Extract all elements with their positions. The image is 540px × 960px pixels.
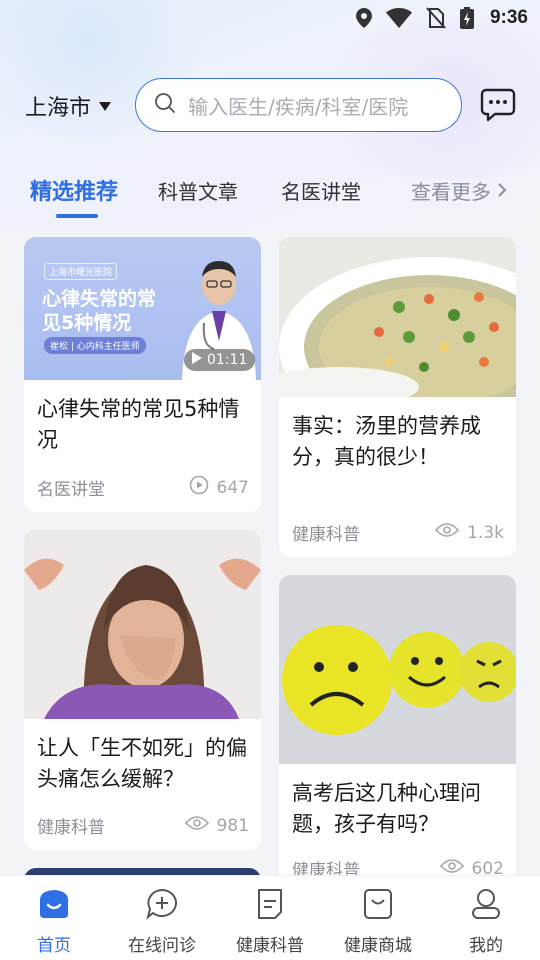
caret-down-icon — [99, 101, 112, 111]
search-icon — [154, 92, 176, 118]
tab-lectures[interactable]: 名医讲堂 — [281, 176, 361, 205]
profile-icon — [469, 888, 503, 925]
video-duration: 01:11 — [184, 349, 256, 371]
battery-charging-icon — [459, 7, 474, 29]
view-count-value: 647 — [216, 477, 249, 498]
city-selector[interactable]: 上海市 — [25, 90, 112, 122]
nav-profile[interactable]: 我的 — [432, 888, 540, 956]
see-more-link[interactable]: 查看更多 — [411, 176, 507, 205]
shopping-bag-icon — [361, 888, 395, 925]
card-category: 名医讲堂 — [37, 480, 105, 500]
active-tab-indicator — [56, 214, 98, 218]
no-sim-icon — [426, 7, 446, 29]
card-meta: 健康科普 1.3k — [292, 520, 504, 546]
bottom-nav: 首页 在线问诊 健康科普 健康商城 我的 — [0, 875, 540, 960]
category-tabs: 精选推荐 科普文章 名医讲堂 查看更多 — [0, 170, 540, 226]
thumbnail-hospital: 上海市曙光医院 — [44, 263, 118, 280]
view-count: 647 — [189, 475, 249, 500]
article-card[interactable]: 事实：汤里的营养成分，真的很少！ 健康科普 1.3k — [279, 237, 516, 557]
duration-label: 01:11 — [207, 352, 248, 368]
nav-health-mall[interactable]: 健康商城 — [324, 888, 432, 956]
article-card[interactable]: 让人「生不如死」的偏头痛怎么缓解？ 健康科普 981 — [24, 530, 261, 850]
play-icon — [192, 352, 202, 368]
emoji-balls-image — [279, 575, 516, 764]
chevron-right-icon — [497, 179, 507, 203]
nav-label: 在线问诊 — [128, 936, 196, 956]
nav-label: 健康商城 — [344, 936, 412, 956]
video-thumbnail: 上海市曙光医院 心律失常的常见5种情况 崔松 | 心内科主任医师 01:11 — [24, 237, 261, 380]
tab-articles[interactable]: 科普文章 — [158, 176, 238, 205]
search-input[interactable]: 输入医生/疾病/科室/医院 — [135, 78, 462, 132]
location-icon — [355, 8, 372, 28]
view-count: 981 — [184, 815, 249, 836]
card-title: 心律失常的常见5种情况 — [37, 397, 240, 452]
card-meta: 名医讲堂 647 — [37, 475, 249, 500]
nav-label: 我的 — [469, 936, 503, 956]
chat-plus-icon — [145, 888, 179, 925]
header: 上海市 输入医生/疾病/科室/医院 — [0, 78, 540, 132]
message-icon — [480, 88, 516, 126]
document-icon — [253, 888, 287, 925]
nav-label: 首页 — [37, 936, 71, 956]
status-bar: 9:36 — [0, 0, 540, 36]
thumbnail-doctor: 崔松 | 心内科主任医师 — [44, 337, 146, 354]
article-card[interactable]: 高考后这几种心理问题，孩子有吗？ 健康科普 602 — [279, 575, 516, 895]
card-title: 高考后这几种心理问题，孩子有吗？ — [292, 781, 481, 836]
view-count-value: 981 — [216, 815, 249, 836]
card-title: 事实：汤里的营养成分，真的很少！ — [292, 414, 481, 469]
article-card[interactable]: 上海市曙光医院 心律失常的常见5种情况 崔松 | 心内科主任医师 01:11 心… — [24, 237, 261, 512]
nav-online-consult[interactable]: 在线问诊 — [108, 888, 216, 956]
search-placeholder: 输入医生/疾病/科室/医院 — [188, 94, 409, 119]
see-more-label: 查看更多 — [411, 180, 491, 204]
card-title: 让人「生不如死」的偏头痛怎么缓解？ — [37, 736, 247, 791]
view-count-value: 1.3k — [467, 522, 504, 543]
card-meta: 健康科普 981 — [37, 813, 249, 839]
city-label: 上海市 — [25, 96, 92, 121]
wifi-icon — [385, 8, 412, 28]
nav-home[interactable]: 首页 — [0, 888, 108, 956]
eye-icon — [435, 522, 460, 543]
status-time: 9:36 — [489, 7, 528, 28]
nav-label: 健康科普 — [236, 936, 304, 956]
card-category: 健康科普 — [37, 818, 105, 838]
headache-image — [24, 530, 261, 719]
home-icon — [37, 888, 71, 925]
play-circle-icon — [189, 475, 209, 500]
view-count: 1.3k — [435, 522, 504, 543]
message-button[interactable] — [480, 88, 516, 122]
nav-health-science[interactable]: 健康科普 — [216, 888, 324, 956]
thumbnail-headline: 心律失常的常见5种情况 — [42, 288, 157, 334]
eye-icon — [184, 815, 209, 836]
tab-featured[interactable]: 精选推荐 — [30, 174, 118, 206]
soup-image — [279, 237, 516, 397]
card-category: 健康科普 — [292, 525, 360, 545]
